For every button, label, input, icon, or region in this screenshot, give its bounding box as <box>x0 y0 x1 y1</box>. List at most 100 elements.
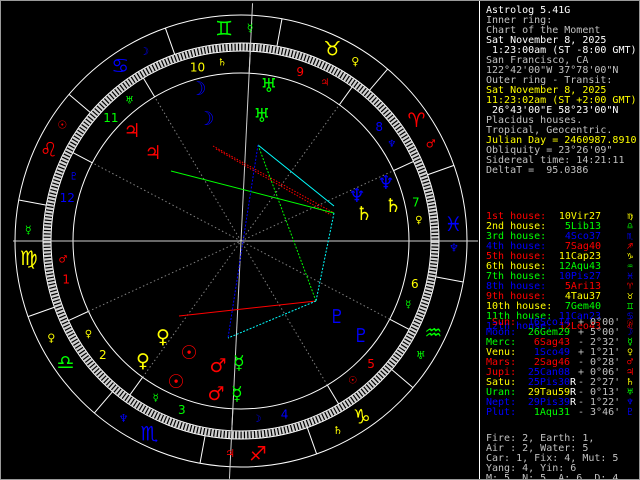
house-ring-marker-icon: ♃ <box>320 77 329 88</box>
transit-marker-icon: ♄ <box>333 424 343 437</box>
jupiter-glyph-icon: ♃ <box>144 142 161 164</box>
house-number: 8 <box>375 120 383 134</box>
sign-glyph-icon: ♈ <box>407 108 425 132</box>
sign-boundary <box>391 369 414 389</box>
sign-glyph-icon: ♌ <box>40 137 58 161</box>
sign-glyph-icon: ♑ <box>353 404 371 428</box>
house-number: 3 <box>178 403 186 417</box>
panel-divider <box>479 1 480 479</box>
jupiter-glyph-icon: ♃ <box>123 120 140 142</box>
transit-marker-icon: ♂ <box>426 138 436 151</box>
house-ring-marker-icon: ♂ <box>59 254 68 265</box>
sign-glyph-icon: ♉ <box>324 37 342 61</box>
house-ring-marker-icon: ♀ <box>415 215 422 226</box>
house-number: 1 <box>62 272 70 286</box>
sign-boundary <box>435 276 464 283</box>
moon-glyph-icon: ☽ <box>189 78 206 100</box>
sign-boundary <box>18 199 47 206</box>
planet-latitude: - 3°46' <box>578 407 621 418</box>
house-number: 11 <box>103 111 118 125</box>
aspect-line <box>227 300 317 339</box>
aspect-line <box>212 145 335 214</box>
sign-glyph-icon: ♎ <box>57 350 75 374</box>
house-number: 7 <box>412 196 420 210</box>
house-ring-marker-icon: ☿ <box>153 393 159 404</box>
transit-marker-icon: ☽ <box>139 45 149 58</box>
sign-boundary <box>427 164 455 176</box>
sign-glyph-icon: ♊ <box>215 17 233 41</box>
house-number: 9 <box>296 65 304 79</box>
pluto-glyph-icon: ♇ <box>352 325 369 347</box>
info-panel: Astrolog 5.41G Inner ring: Chart of the Mo… <box>486 1 639 480</box>
neptune-glyph-icon: ♆ <box>348 185 365 207</box>
aspect-line <box>178 300 317 317</box>
transit-marker-icon: ♀ <box>351 55 359 68</box>
sun-glyph-icon: ☉ <box>167 371 184 393</box>
aspect-line <box>315 212 335 302</box>
sign-glyph-icon: ♍ <box>20 246 38 270</box>
mercury-glyph-icon: ☿ <box>233 352 245 374</box>
house-ring-marker-icon: ☽ <box>252 414 261 425</box>
sign-boundary <box>199 435 206 464</box>
sign-glyph-icon: ♏ <box>141 421 159 445</box>
neptune-glyph-icon: ♆ <box>377 172 394 194</box>
element-summary-line: M: 5, N: 5, A: 6, D: 4 <box>486 473 619 480</box>
house-cusp-line <box>326 384 340 405</box>
transit-marker-icon: ☉ <box>57 119 67 132</box>
transit-marker-icon: ♀ <box>47 331 55 344</box>
planet-glyph-icon: ♇ <box>627 407 634 418</box>
aspect-line <box>215 148 332 216</box>
transit-marker-icon: ♃ <box>225 447 235 460</box>
transit-marker-icon: ♆ <box>119 412 129 425</box>
house-ring-marker-icon: ♄ <box>218 57 227 68</box>
house-cusp-line <box>72 152 93 164</box>
saturn-glyph-icon: ♄ <box>384 195 401 217</box>
sign-boundary <box>68 93 91 113</box>
astrolog-window: ♈ ♉ ♊ ♋ ♌ ♍ ♎ ♏ ♐ ♑ ♒ ♓ 1 2 3 4 5 6 7 8 9 10 11 12 ☿ ♀ ☽ ☉ ♂ ☿ ♀ ♆ ♃ ♄ ♅ ♆ ♄… <box>0 0 640 480</box>
sign-boundary <box>27 306 55 318</box>
mars-glyph-icon: ♂ <box>207 383 224 405</box>
sun-glyph-icon: ☉ <box>180 342 197 364</box>
house-number: 4 <box>281 408 289 422</box>
uranus-glyph-icon: ♅ <box>253 105 270 127</box>
planet-position: 1Aqu31 <box>533 407 570 418</box>
pluto-glyph-icon: ♇ <box>328 306 345 328</box>
transit-marker-icon: ♆ <box>449 242 459 255</box>
venus-glyph-icon: ♀ <box>156 326 170 348</box>
chart-wheel[interactable]: ♈♉♊♋♌♍♎♏♐♑♒♓123 456789101112☿♀☽☉♂☿♀♆♃♄♅♆♄… <box>1 1 481 480</box>
house-cusp-line <box>393 160 414 172</box>
house-cusp-line <box>129 376 144 396</box>
house-cusp-line <box>68 310 89 322</box>
house-ring-marker-icon: ☿ <box>405 300 411 311</box>
sign-glyph-icon: ♒ <box>424 321 442 345</box>
mars-glyph-icon: ♂ <box>209 355 226 377</box>
house-number: 2 <box>99 348 107 362</box>
retrograde-flag: R <box>570 397 577 408</box>
sign-boundary <box>164 27 176 55</box>
sign-glyph-icon: ♋ <box>111 54 129 78</box>
house-ring-marker-icon: ☉ <box>348 375 357 386</box>
house-ring-marker-icon: ♆ <box>387 139 396 150</box>
sign-boundary <box>306 427 318 455</box>
house-cusp-line <box>338 86 353 106</box>
sign-boundary <box>93 391 113 414</box>
house-number: 6 <box>411 277 419 291</box>
sign-glyph-icon: ♐ <box>249 441 267 465</box>
house-ring-marker-icon: ♇ <box>69 171 78 182</box>
info-line: DeltaT = 95.0386 <box>486 165 589 176</box>
transit-marker-icon: ☿ <box>25 224 32 237</box>
venus-glyph-icon: ♀ <box>136 350 150 372</box>
moon-glyph-icon: ☽ <box>197 108 214 130</box>
house-number: 10 <box>190 60 205 74</box>
uranus-glyph-icon: ♅ <box>260 75 277 97</box>
house-cusp-line <box>142 77 156 98</box>
planet-name: Plut: <box>486 407 517 418</box>
transit-marker-icon: ☿ <box>247 22 254 35</box>
sign-boundary <box>276 18 283 47</box>
house-cusp-line <box>389 318 410 330</box>
mercury-glyph-icon: ☿ <box>231 383 243 405</box>
sign-glyph-icon: ♓ <box>444 212 462 236</box>
house-number: 5 <box>367 357 375 371</box>
house-ring-marker-icon: ♀ <box>85 329 92 340</box>
sign-boundary <box>369 68 389 91</box>
